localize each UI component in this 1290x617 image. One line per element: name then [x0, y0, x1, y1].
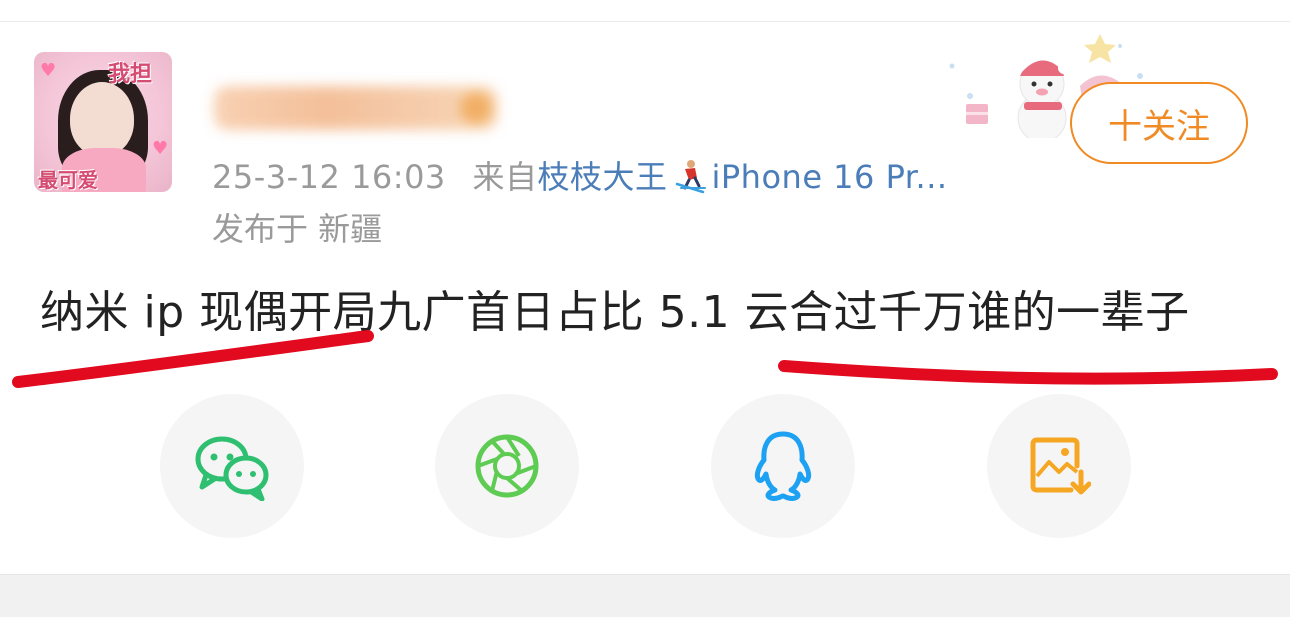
share-save-image-button[interactable]	[987, 394, 1131, 538]
qq-icon	[754, 431, 812, 502]
wechat-icon	[195, 436, 269, 501]
share-qq-button[interactable]	[711, 394, 855, 538]
save-image-icon	[1030, 437, 1091, 495]
bottom-separator	[0, 574, 1290, 617]
share-wechat-button[interactable]	[160, 394, 304, 538]
share-row	[0, 394, 1290, 538]
share-moments-button[interactable]	[435, 394, 579, 538]
moments-icon	[475, 434, 539, 498]
